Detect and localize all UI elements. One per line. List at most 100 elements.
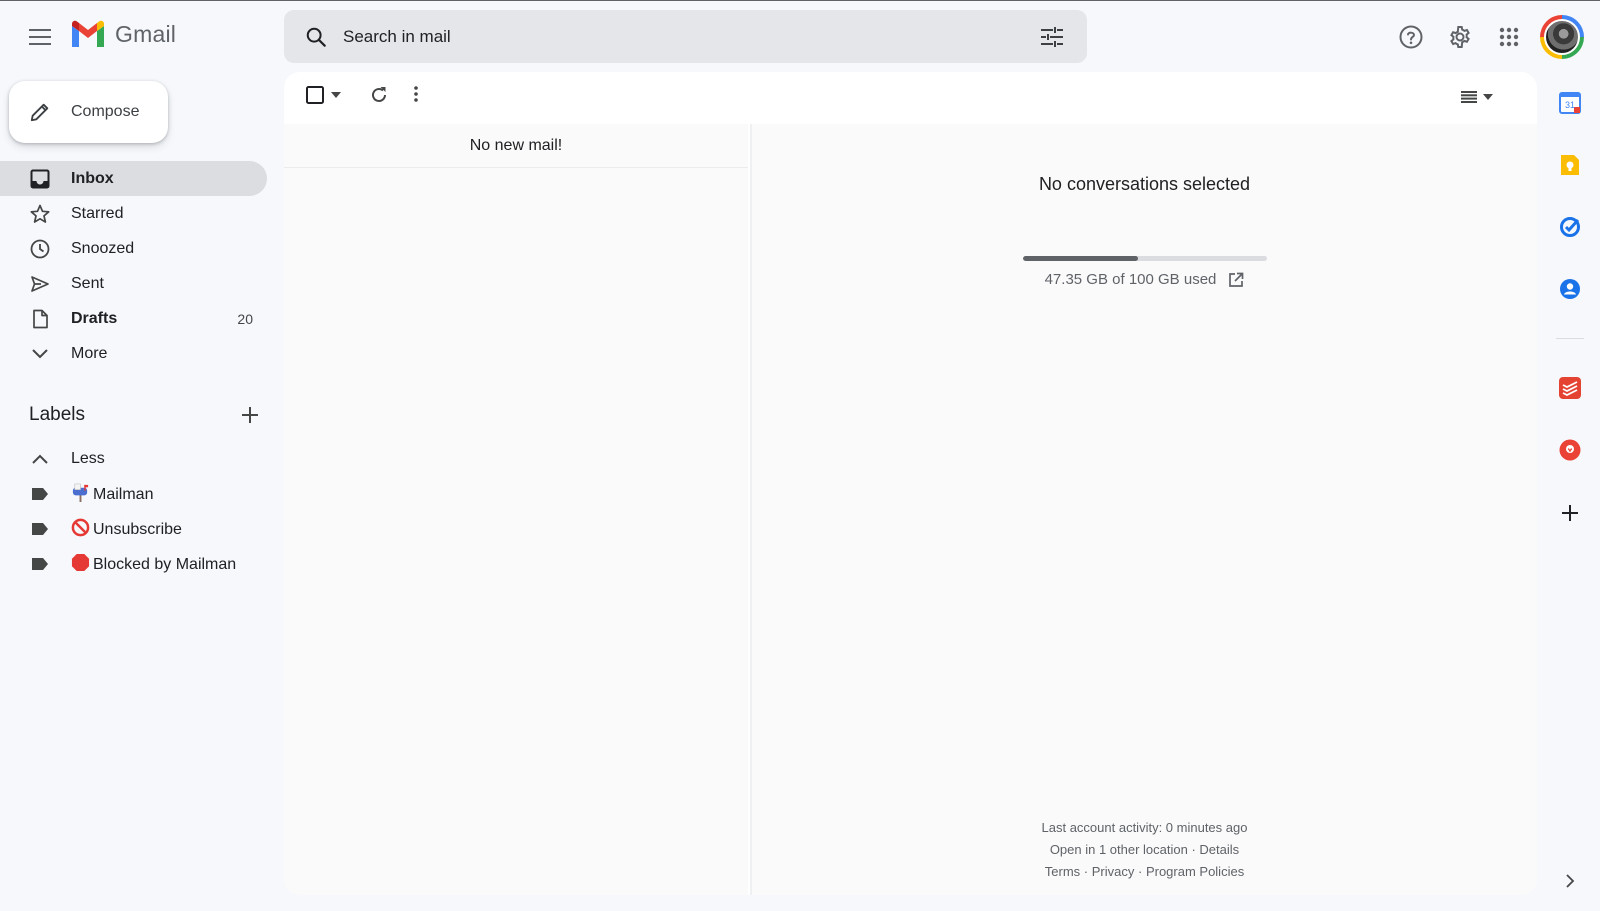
label-item-blocked-by-mailman[interactable]: Blocked by Mailman [0, 546, 267, 581]
gmail-wordmark: Gmail [115, 20, 177, 47]
apps-grid-icon [1499, 27, 1519, 47]
sidebar-item-sent[interactable]: Sent [0, 266, 267, 301]
sidebar-item-label: Drafts [71, 309, 118, 327]
todoist-addon-button[interactable] [1554, 372, 1586, 404]
keep-app-button[interactable] [1554, 149, 1586, 181]
details-link[interactable]: Details [1199, 842, 1239, 857]
search-options-icon[interactable] [1041, 26, 1063, 47]
labels-less-toggle[interactable]: Less [0, 441, 267, 476]
label-item-mailman[interactable]: Mailman [0, 476, 267, 511]
compose-label: Compose [71, 103, 140, 120]
gmail-logo[interactable]: Gmail [70, 20, 176, 48]
more-vert-icon [414, 86, 418, 102]
account-avatar[interactable] [1540, 15, 1584, 59]
keep-icon [1561, 155, 1579, 175]
refresh-icon [372, 87, 386, 102]
tasks-app-button[interactable] [1554, 211, 1586, 243]
label-item-unsubscribe[interactable]: Unsubscribe [0, 511, 267, 546]
side-panel-divider [1556, 338, 1584, 339]
last-activity-text: Last account activity: 0 minutes ago [1041, 820, 1248, 835]
sidebar-item-label: Inbox [71, 169, 114, 187]
google-apps-button[interactable] [1493, 21, 1525, 53]
inbox-icon [30, 169, 50, 189]
no-selection-message: No conversations selected [1038, 174, 1251, 194]
help-button[interactable] [1395, 21, 1427, 53]
mail-toolbar [284, 72, 1537, 122]
chevron-down-icon [30, 344, 50, 364]
main-panel: No new mail! No conversations selected 4… [284, 72, 1537, 895]
hamburger-icon [29, 29, 51, 45]
contacts-icon [1560, 279, 1580, 299]
refresh-button[interactable] [370, 86, 388, 104]
sidebar-item-label: Sent [71, 274, 104, 292]
label-name: Unsubscribe [93, 521, 182, 538]
storage-used-text: 47.35 GB of 100 GB used [1044, 271, 1217, 288]
split-pane-toggle[interactable] [1461, 91, 1493, 103]
calendar-icon: 31 [1559, 92, 1581, 114]
sidebar-item-starred[interactable]: Starred [0, 196, 267, 231]
svg-text:31: 31 [1565, 100, 1575, 110]
star-icon [30, 204, 50, 224]
search-icon[interactable] [305, 26, 327, 48]
sidebar-item-label: More [71, 344, 108, 362]
show-side-panel-button[interactable] [1554, 865, 1586, 897]
create-label-button[interactable] [241, 406, 259, 424]
sidebar-item-snoozed[interactable]: Snoozed [0, 231, 267, 266]
help-icon [1399, 25, 1423, 49]
open-in-new-icon [1229, 272, 1244, 287]
settings-button[interactable] [1444, 21, 1476, 53]
label-name: Blocked by Mailman [93, 556, 237, 573]
calendar-app-button[interactable]: 31 [1554, 87, 1586, 119]
label-tag-icon [30, 519, 50, 539]
label-name: Mailman [93, 486, 154, 503]
checkbox-icon [306, 86, 324, 104]
search-bar[interactable]: Search in mail [284, 10, 1087, 63]
drafts-count: 20 [237, 310, 253, 327]
privacy-link[interactable]: Privacy [1092, 864, 1135, 879]
send-icon [30, 274, 50, 294]
terms-link[interactable]: Terms [1045, 864, 1080, 879]
storage-quota: 47.35 GB of 100 GB used [752, 256, 1537, 288]
sidebar-item-label: Starred [71, 204, 124, 222]
compose-button[interactable]: Compose [9, 81, 168, 143]
stop-sign-emoji-icon [71, 553, 90, 572]
mailbox-emoji-icon [72, 483, 89, 502]
manage-storage-link[interactable] [1228, 272, 1244, 288]
sidebar-item-label: Snoozed [71, 239, 135, 257]
gmail-m-icon [72, 20, 104, 47]
main-menu-button[interactable] [24, 21, 56, 53]
avatar-photo [1544, 19, 1580, 55]
other-location-text: Open in 1 other location [1049, 842, 1188, 857]
labels-toggle-label: Less [71, 449, 105, 467]
chevron-right-icon [1566, 874, 1575, 888]
storage-bar [1022, 256, 1267, 261]
labels-title: Labels [29, 404, 85, 425]
label-tag-icon [30, 554, 50, 574]
caret-down-icon [1483, 94, 1493, 100]
view-list-icon [1461, 91, 1477, 103]
sidebar-item-more[interactable]: More [0, 336, 267, 371]
get-addons-button[interactable] [1554, 497, 1586, 529]
tasks-icon [1560, 217, 1580, 237]
hubspot-addon-button[interactable] [1554, 434, 1586, 466]
todoist-icon [1559, 377, 1581, 399]
search-input[interactable]: Search in mail [343, 27, 1041, 47]
more-options-button[interactable] [414, 86, 418, 102]
sidebar-item-drafts[interactable]: Drafts 20 [0, 301, 267, 336]
select-all-checkbox[interactable] [306, 86, 341, 104]
sidebar-item-inbox[interactable]: Inbox [0, 161, 267, 196]
contacts-app-button[interactable] [1554, 273, 1586, 305]
plus-icon [1562, 505, 1578, 521]
sidebar-nav: Inbox Starred Snoozed Sent Drafts 20 Mor… [0, 161, 267, 371]
empty-list-message: No new mail! [284, 124, 748, 168]
pencil-icon [29, 101, 51, 123]
labels-list: Less Mailman Unsubscribe Blocked by Mail… [0, 441, 267, 581]
labels-header: Labels [29, 404, 259, 426]
storage-bar-fill [1022, 256, 1139, 261]
label-tag-icon [30, 484, 50, 504]
draft-icon [30, 309, 50, 329]
program-policies-link[interactable]: Program Policies [1146, 864, 1244, 879]
prohibited-emoji-icon [71, 518, 90, 537]
plus-icon [242, 407, 258, 423]
caret-down-icon[interactable] [331, 92, 341, 98]
